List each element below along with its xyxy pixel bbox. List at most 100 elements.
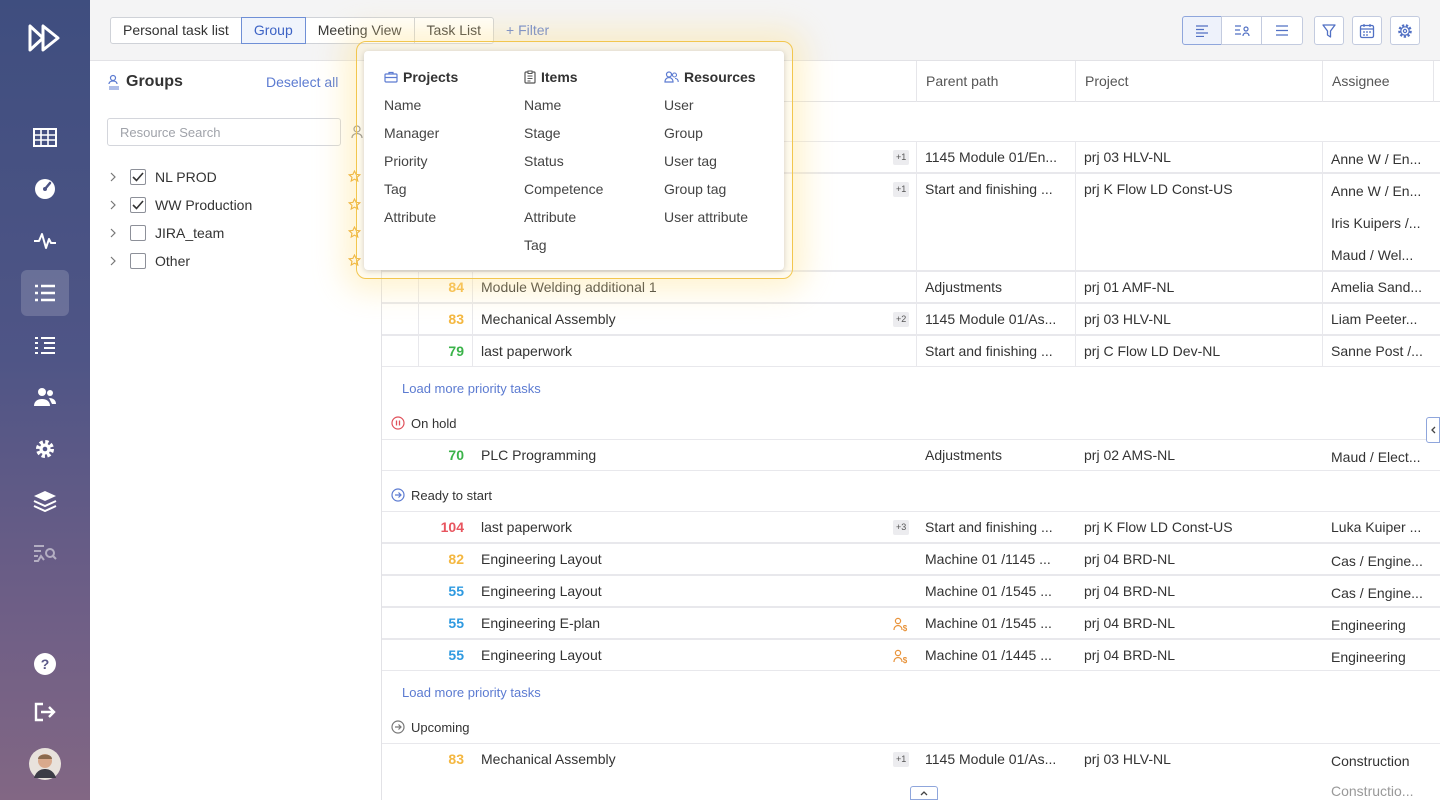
- filter-option[interactable]: Name: [524, 96, 603, 124]
- assignee-cell: Constructio...: [1331, 783, 1414, 799]
- arrow-right-circle-icon: [391, 488, 405, 502]
- group-row[interactable]: WW Production: [108, 194, 252, 216]
- parent-path-cell: Start and finishing ...: [925, 181, 1053, 197]
- tab-personal-task-list[interactable]: Personal task list: [110, 17, 242, 44]
- filter-option[interactable]: User attribute: [664, 208, 756, 236]
- group-row[interactable]: NL PROD: [108, 166, 217, 188]
- compact-view-button[interactable]: [1182, 16, 1222, 45]
- deselect-all-link[interactable]: Deselect all: [266, 74, 338, 90]
- filter-option[interactable]: Group: [664, 124, 756, 152]
- load-more-priority-tasks-link[interactable]: Load more priority tasks: [402, 685, 541, 700]
- group-row[interactable]: Other: [108, 250, 190, 272]
- task-name-cell[interactable]: PLC Programming: [481, 440, 881, 471]
- filter-option[interactable]: Competence: [524, 180, 603, 208]
- project-cell: prj 04 BRD-NL: [1084, 647, 1176, 663]
- logo-icon[interactable]: [21, 15, 69, 61]
- table-row[interactable]: 104 last paperwork +3 Start and finishin…: [382, 511, 1440, 543]
- filter-option[interactable]: Name: [384, 96, 458, 124]
- clipboard-icon: [524, 70, 536, 84]
- column-header-project[interactable]: Project: [1085, 73, 1129, 89]
- help-icon[interactable]: ?: [21, 641, 69, 687]
- filter-option[interactable]: Manager: [384, 124, 458, 152]
- table-row[interactable]: 83 Mechanical Assembly +2 1145 Module 01…: [382, 303, 1440, 335]
- settings-button[interactable]: [1390, 16, 1420, 45]
- assignee-cell: Sanne Post /...: [1331, 343, 1423, 359]
- scroll-to-top-button[interactable]: [910, 786, 938, 800]
- group-row[interactable]: JIRA_team: [108, 222, 224, 244]
- activity-icon[interactable]: [21, 218, 69, 264]
- task-name-cell[interactable]: Engineering Layout: [481, 640, 881, 671]
- resource-search-input[interactable]: [107, 118, 341, 146]
- tab-group[interactable]: Group: [240, 17, 306, 44]
- task-name-cell[interactable]: last paperwork: [481, 512, 881, 543]
- group-checkbox[interactable]: [130, 197, 146, 213]
- filter-option[interactable]: Attribute: [524, 208, 603, 236]
- parent-path-cell: 1145 Module 01/En...: [925, 149, 1058, 165]
- filter-option[interactable]: Stage: [524, 124, 603, 152]
- filter-option[interactable]: Attribute: [384, 208, 458, 236]
- users-icon[interactable]: [21, 374, 69, 420]
- chevron-right-icon[interactable]: [108, 172, 118, 182]
- group-checkbox[interactable]: [130, 253, 146, 269]
- filter-option[interactable]: Tag: [384, 180, 458, 208]
- tab-meeting-view[interactable]: Meeting View: [304, 17, 415, 44]
- add-filter-button[interactable]: + Filter: [506, 22, 549, 38]
- chevron-right-icon[interactable]: [108, 228, 118, 238]
- table-row[interactable]: 55 Engineering E-plan $ Machine 01 /1545…: [382, 607, 1440, 639]
- assignee-view-button[interactable]: [1221, 16, 1262, 45]
- section-header-ready-to-start[interactable]: Ready to start: [391, 485, 492, 505]
- table-row[interactable]: 55 Engineering Layout $ Machine 01 /1445…: [382, 639, 1440, 671]
- filter-option[interactable]: Tag: [524, 236, 603, 264]
- calendar-button[interactable]: [1352, 16, 1382, 45]
- priority-value: 55: [448, 583, 464, 599]
- extra-count-badge: +1: [893, 150, 910, 165]
- assignee-cell: Cas / Engine...: [1331, 585, 1423, 601]
- parent-path-cell: 1145 Module 01/As...: [925, 751, 1057, 767]
- list-view-button[interactable]: [1261, 16, 1303, 45]
- project-cell: prj 01 AMF-NL: [1084, 279, 1175, 295]
- section-header-upcoming[interactable]: Upcoming: [391, 717, 470, 737]
- load-more-priority-tasks-link[interactable]: Load more priority tasks: [402, 381, 541, 396]
- assignee-cell: Iris Kuipers /...: [1331, 215, 1421, 231]
- tab-task-list[interactable]: Task List: [413, 17, 495, 44]
- group-checkbox[interactable]: [130, 169, 146, 185]
- task-name-cell[interactable]: Engineering E-plan: [481, 608, 881, 639]
- project-cell: prj 02 AMS-NL: [1084, 447, 1176, 463]
- filter-option[interactable]: User tag: [664, 152, 756, 180]
- avatar[interactable]: [21, 741, 69, 787]
- filter-option[interactable]: Group tag: [664, 180, 756, 208]
- filter-option[interactable]: User: [664, 96, 756, 124]
- section-header-on-hold[interactable]: On hold: [391, 413, 457, 433]
- priority-value: 79: [448, 343, 464, 359]
- gear-icon: [1398, 23, 1412, 38]
- column-header-assignee[interactable]: Assignee: [1332, 73, 1390, 89]
- chevron-right-icon[interactable]: [108, 256, 118, 266]
- chevron-right-icon[interactable]: [108, 200, 118, 210]
- settings-gear-icon[interactable]: [21, 426, 69, 472]
- collapse-panel-button[interactable]: [1426, 417, 1440, 443]
- task-name-cell[interactable]: Mechanical Assembly: [481, 304, 881, 335]
- task-list-icon[interactable]: [21, 270, 69, 316]
- calendar-grid-icon[interactable]: [21, 114, 69, 160]
- group-checkbox[interactable]: [130, 225, 146, 241]
- task-name-cell[interactable]: Mechanical Assembly: [481, 744, 881, 775]
- task-name-cell[interactable]: last paperwork: [481, 336, 881, 367]
- filter-option[interactable]: Priority: [384, 152, 458, 180]
- table-row[interactable]: 70 PLC Programming Adjustments prj 02 AM…: [382, 439, 1440, 471]
- section-title: Upcoming: [411, 719, 470, 735]
- table-row[interactable]: 55 Engineering Layout Machine 01 /1545 .…: [382, 575, 1440, 607]
- gantt-list-icon[interactable]: [21, 322, 69, 368]
- task-name-cell[interactable]: Engineering Layout: [481, 576, 881, 607]
- task-name-cell[interactable]: Engineering Layout: [481, 544, 881, 575]
- filter-option[interactable]: Status: [524, 152, 603, 180]
- filter-column-title: Projects: [403, 69, 459, 85]
- analytics-search-icon[interactable]: [21, 530, 69, 576]
- layers-icon[interactable]: [21, 478, 69, 524]
- dashboard-gauge-icon[interactable]: [21, 166, 69, 212]
- logout-icon[interactable]: [21, 689, 69, 735]
- column-header-parent-path[interactable]: Parent path: [926, 73, 998, 89]
- table-row[interactable]: 79 last paperwork Start and finishing ..…: [382, 335, 1440, 367]
- funnel-filter-button[interactable]: [1314, 16, 1344, 45]
- assignee-cell: Anne W / En...: [1331, 183, 1422, 199]
- table-row[interactable]: 82 Engineering Layout Machine 01 /1145 .…: [382, 543, 1440, 575]
